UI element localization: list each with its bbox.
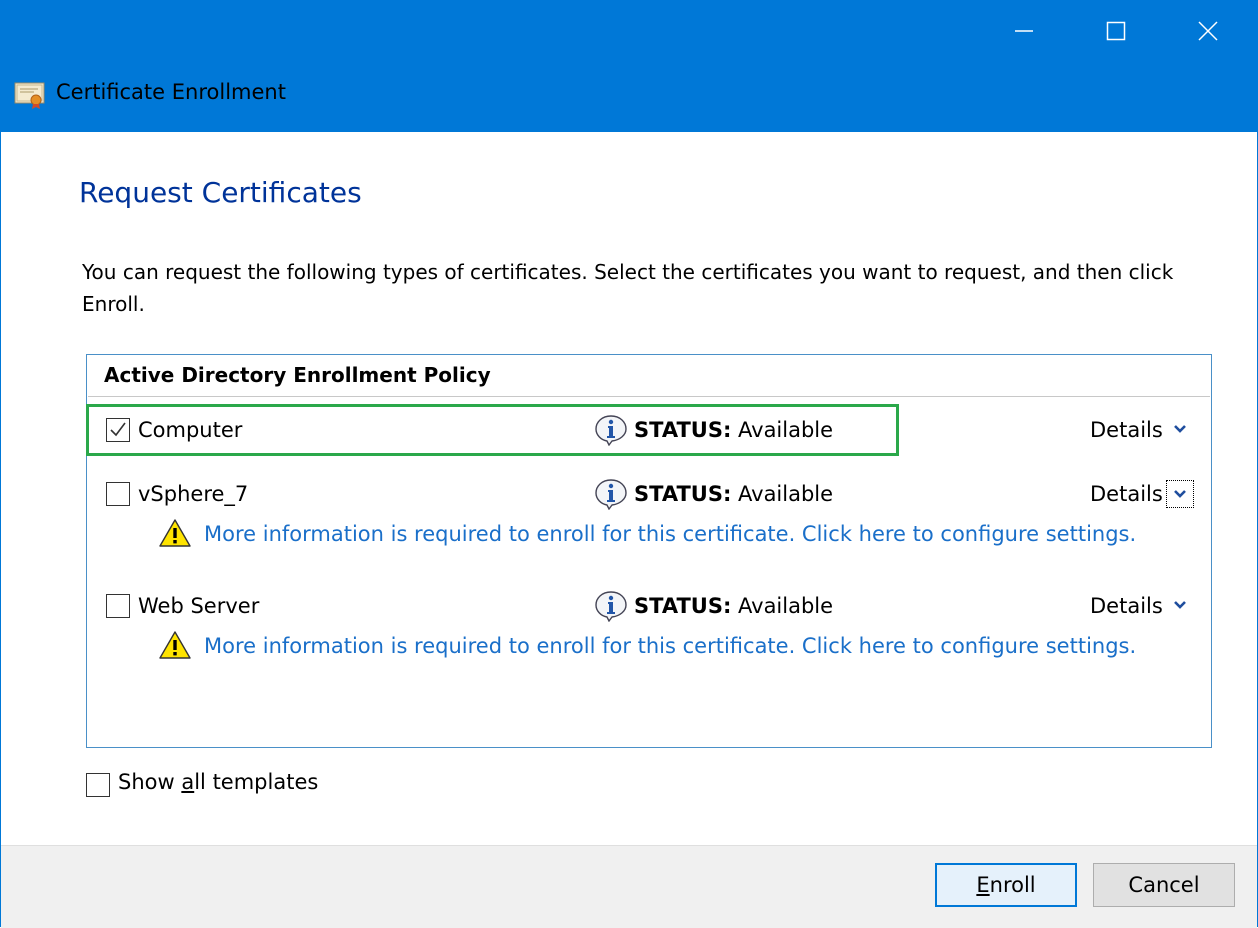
info-icon — [595, 591, 627, 622]
policy-divider — [88, 396, 1210, 397]
chevron-down-icon[interactable] — [1173, 424, 1187, 434]
enroll-label-rest: nroll — [989, 873, 1036, 897]
details-link-computer[interactable]: Details — [1090, 418, 1163, 442]
status-value: Available — [738, 482, 834, 506]
maximize-button[interactable] — [1070, 0, 1162, 62]
chevron-down-icon — [1174, 490, 1186, 498]
show-all-suffix: ll templates — [194, 770, 319, 794]
status-label: STATUS: — [634, 482, 732, 506]
show-all-templates-checkbox[interactable] — [86, 773, 110, 797]
close-button[interactable] — [1162, 0, 1254, 62]
configure-settings-link-vsphere-7[interactable]: More information is required to enroll f… — [204, 522, 1136, 546]
warning-icon — [159, 519, 191, 547]
policy-header: Active Directory Enrollment Policy — [104, 363, 491, 387]
cert-name-vsphere-7: vSphere_7 — [138, 482, 249, 506]
status-value: Available — [738, 594, 834, 618]
enroll-button[interactable]: Enroll — [935, 863, 1077, 907]
details-link-web-server[interactable]: Details — [1090, 594, 1163, 618]
enroll-accel-key: E — [976, 873, 990, 897]
warning-icon — [159, 631, 191, 659]
status-label: STATUS: — [634, 594, 732, 618]
cancel-button[interactable]: Cancel — [1093, 863, 1235, 907]
certificate-icon — [14, 82, 45, 109]
minimize-button[interactable] — [978, 0, 1070, 62]
cert-name-web-server: Web Server — [138, 594, 260, 618]
show-all-templates-label[interactable]: Show all templates — [118, 770, 318, 794]
chevron-down-icon[interactable] — [1173, 600, 1187, 610]
page-title: Request Certificates — [79, 176, 362, 209]
show-all-accel-key: a — [181, 770, 195, 794]
details-link-vsphere-7[interactable]: Details — [1090, 482, 1163, 506]
show-all-prefix: Show — [118, 770, 182, 794]
checkbox-web-server[interactable] — [106, 594, 130, 618]
details-toggle-focused[interactable] — [1166, 480, 1194, 508]
maximize-icon — [1106, 21, 1126, 41]
instructions-text: You can request the following types of c… — [82, 260, 1174, 316]
configure-settings-link-web-server[interactable]: More information is required to enroll f… — [204, 634, 1136, 658]
close-icon — [1198, 21, 1218, 41]
minimize-icon — [1015, 30, 1033, 32]
window-title: Certificate Enrollment — [56, 80, 286, 104]
highlight-box — [86, 404, 899, 456]
checkbox-vsphere-7[interactable] — [106, 482, 130, 506]
info-icon — [595, 479, 627, 510]
title-bar: Certificate Enrollment — [0, 0, 1258, 132]
